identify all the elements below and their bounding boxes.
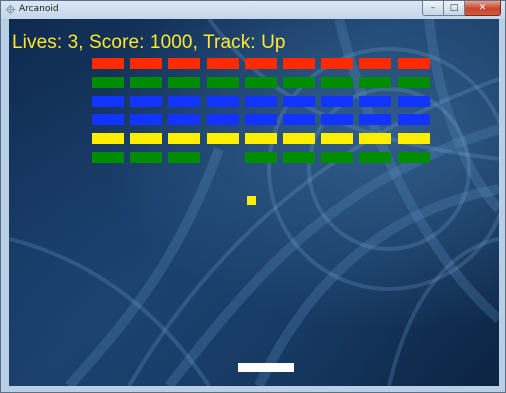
hud-status: Lives: 3, Score: 1000, Track: Up — [12, 32, 286, 53]
brick-blue — [283, 96, 315, 107]
caption-buttons: – □ ✕ — [422, 1, 501, 16]
brick-red — [168, 58, 200, 69]
brick-red — [398, 58, 430, 69]
brick-green — [359, 77, 391, 88]
brick-blue — [92, 96, 124, 107]
brick-blue — [168, 114, 200, 125]
brick-green — [283, 77, 315, 88]
brick-green — [207, 77, 239, 88]
brick-blue — [359, 96, 391, 107]
window-title: Arcanoid — [19, 4, 59, 14]
app-icon — [5, 4, 16, 15]
brick-yellow — [168, 133, 200, 144]
paddle[interactable] — [238, 363, 294, 372]
brick-green — [92, 152, 124, 163]
brick-red — [283, 58, 315, 69]
title-bar[interactable]: Arcanoid – □ ✕ — [1, 1, 505, 19]
brick-blue — [168, 96, 200, 107]
brick-yellow — [92, 133, 124, 144]
brick-blue — [92, 114, 124, 125]
brick-blue — [207, 114, 239, 125]
brick-green — [398, 152, 430, 163]
brick-blue — [207, 96, 239, 107]
brick-red — [321, 58, 353, 69]
maximize-icon: □ — [449, 3, 459, 13]
brick-blue — [245, 96, 277, 107]
brick-green — [168, 152, 200, 163]
minimize-icon: – — [430, 3, 436, 13]
brick-yellow — [245, 133, 277, 144]
brick-green — [245, 77, 277, 88]
brick-blue — [283, 114, 315, 125]
brick-green — [245, 152, 277, 163]
brick-blue — [130, 114, 162, 125]
brick-yellow — [283, 133, 315, 144]
maximize-button[interactable]: □ — [444, 1, 465, 16]
brick-blue — [130, 96, 162, 107]
brick-red — [207, 58, 239, 69]
brick-green — [321, 152, 353, 163]
brick-red — [92, 58, 124, 69]
brick-green — [130, 77, 162, 88]
brick-red — [359, 58, 391, 69]
game-canvas[interactable]: Lives: 3, Score: 1000, Track: Up — [9, 19, 499, 386]
brick-green — [130, 152, 162, 163]
game-window: Arcanoid – □ ✕ Lives: 3, Score: 1000, Tr… — [0, 0, 506, 393]
brick-blue — [321, 96, 353, 107]
brick-green — [283, 152, 315, 163]
close-icon: ✕ — [478, 3, 487, 13]
brick-yellow — [130, 133, 162, 144]
brick-yellow — [398, 133, 430, 144]
brick-green — [398, 77, 430, 88]
brick-green — [168, 77, 200, 88]
brick-green — [359, 152, 391, 163]
brick-blue — [245, 114, 277, 125]
close-button[interactable]: ✕ — [465, 1, 501, 16]
brick-blue — [359, 114, 391, 125]
minimize-button[interactable]: – — [422, 1, 444, 16]
brick-yellow — [359, 133, 391, 144]
brick-red — [245, 58, 277, 69]
brick-blue — [398, 96, 430, 107]
brick-yellow — [207, 133, 239, 144]
brick-green — [321, 77, 353, 88]
brick-yellow — [321, 133, 353, 144]
brick-blue — [398, 114, 430, 125]
ball — [247, 196, 256, 205]
brick-green — [92, 77, 124, 88]
brick-blue — [321, 114, 353, 125]
brick-red — [130, 58, 162, 69]
